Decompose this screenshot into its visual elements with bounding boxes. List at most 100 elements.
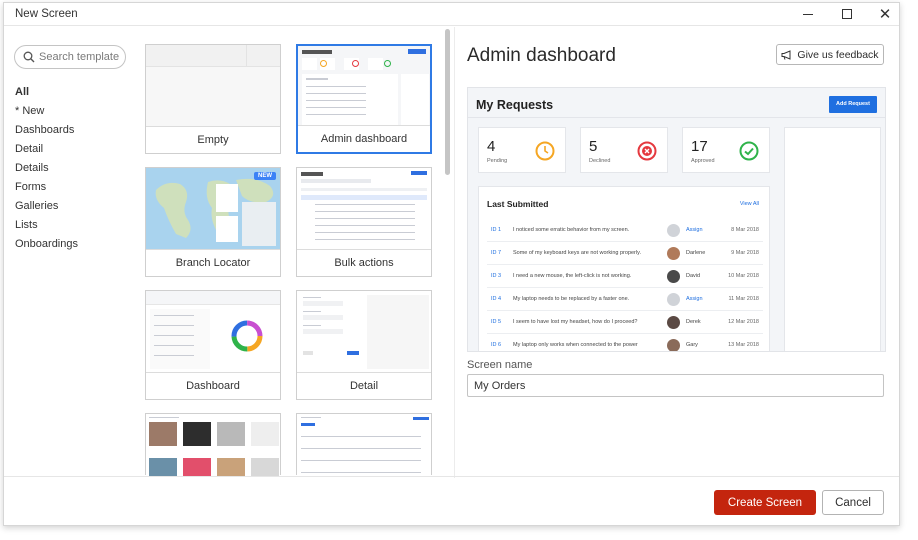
category-details[interactable]: Details (15, 159, 78, 178)
row-id: ID 5 (491, 319, 502, 325)
preview-add-request-button: Add Request (829, 96, 877, 113)
close-icon: ✕ (878, 6, 892, 23)
category-dashboards[interactable]: Dashboards (15, 121, 78, 140)
template-label: Bulk actions (297, 249, 431, 276)
avatar (667, 293, 680, 306)
avatar (667, 316, 680, 329)
gallery-scrollbar[interactable] (445, 29, 450, 175)
row-text: I need a new mouse, the left-click is no… (513, 273, 632, 279)
table-row: ID 1 I noticed some erratic behavior fro… (487, 219, 763, 242)
view-all-link: View All (739, 201, 759, 207)
row-id: ID 3 (491, 273, 502, 279)
template-card-dashboard[interactable]: Dashboard (145, 290, 281, 400)
window-title: New Screen (15, 8, 78, 20)
search-input[interactable] (39, 51, 119, 63)
template-label: Detail (297, 372, 431, 399)
template-card-branch-locator[interactable]: NEW Branch Locator (145, 167, 281, 277)
template-card-admin-dashboard[interactable]: Admin dashboard (296, 44, 432, 154)
cancel-button[interactable]: Cancel (822, 490, 884, 515)
stat-label: Declined (589, 158, 611, 164)
search-box[interactable] (14, 45, 126, 69)
row-text: My laptop only works when connected to t… (513, 342, 638, 348)
stat-value: 5 (589, 138, 598, 155)
maximize-icon (842, 9, 852, 19)
template-thumbnail (297, 168, 431, 250)
create-screen-button[interactable]: Create Screen (714, 490, 816, 515)
row-text: My laptop needs to be replaced by a fast… (513, 296, 630, 302)
minimize-icon (803, 13, 813, 15)
clock-icon (535, 141, 555, 161)
row-name: Assign (686, 296, 703, 302)
template-thumbnail (146, 414, 280, 476)
template-card-empty[interactable]: Empty (145, 44, 281, 154)
screen-name-input[interactable] (467, 374, 884, 397)
category-forms[interactable]: Forms (15, 178, 78, 197)
category-onboardings[interactable]: Onboardings (15, 235, 78, 254)
title-divider (4, 25, 899, 26)
row-date: 12 Mar 2018 (728, 319, 759, 325)
table-row: ID 3 I need a new mouse, the left-click … (487, 265, 763, 288)
row-id: ID 7 (491, 250, 502, 256)
row-date: 8 Mar 2018 (731, 227, 759, 233)
footer-divider (4, 476, 899, 477)
template-card-detail[interactable]: Detail (296, 290, 432, 400)
stat-value: 4 (487, 138, 496, 155)
stat-card-declined: 5 Declined (580, 127, 668, 173)
stat-card-pending: 4 Pending (478, 127, 566, 173)
avatar (667, 339, 680, 351)
template-label: Dashboard (146, 372, 280, 399)
table-row: ID 4 My laptop needs to be replaced by a… (487, 288, 763, 311)
search-icon (23, 51, 35, 63)
category-all[interactable]: All (15, 83, 78, 102)
row-name: David (686, 273, 701, 279)
template-thumbnail (146, 291, 280, 373)
row-name: Derek (686, 319, 701, 325)
category-galleries[interactable]: Galleries (15, 197, 78, 216)
row-name: Gary (686, 342, 698, 348)
stat-label: Approved (691, 158, 715, 164)
row-text: I noticed some erratic behavior from my … (513, 227, 630, 233)
maximize-button[interactable] (827, 3, 867, 25)
donut-chart-thumbnail (231, 320, 263, 352)
template-thumbnail (297, 414, 431, 476)
stat-card-approved: 17 Approved (682, 127, 770, 173)
category-detail[interactable]: Detail (15, 140, 78, 159)
category-lists[interactable]: Lists (15, 216, 78, 235)
last-submitted-card: Last Submitted View All ID 1 I noticed s… (478, 186, 770, 351)
row-name: Darlene (686, 250, 706, 256)
stat-label: Pending (487, 158, 508, 164)
template-thumbnail (298, 46, 430, 128)
preview-side-panel (784, 127, 881, 351)
row-date: 9 Mar 2018 (731, 250, 759, 256)
list-title: Last Submitted (487, 199, 549, 209)
preview-app-heading: My Requests (476, 98, 554, 112)
table-row: ID 7 Some of my keyboard keys are not wo… (487, 242, 763, 265)
row-id: ID 4 (491, 296, 502, 302)
title-bar: New Screen ✕ (4, 3, 899, 25)
avatar (667, 270, 680, 283)
preview-app-header: My Requests Add Request (468, 88, 885, 118)
row-id: ID 6 (491, 342, 502, 348)
row-name: Assign (686, 227, 703, 233)
template-card-bulk-actions[interactable]: Bulk actions (296, 167, 432, 277)
category-new[interactable]: * New (15, 102, 78, 121)
template-gallery[interactable]: Empty Admin dashboard NEW Branch Locator… (137, 27, 455, 478)
row-text: I seem to have lost my headset, how do I… (513, 319, 638, 325)
template-thumbnail (297, 291, 431, 373)
row-date: 11 Mar 2018 (728, 296, 759, 302)
template-card-employee-list[interactable] (296, 413, 432, 476)
minimize-button[interactable] (788, 3, 828, 25)
declined-x-icon (637, 141, 657, 161)
template-label: Admin dashboard (298, 125, 430, 152)
template-label: Branch Locator (146, 249, 280, 276)
close-button[interactable]: ✕ (865, 3, 905, 25)
avatar (667, 247, 680, 260)
table-row: ID 5 I seem to have lost my headset, how… (487, 311, 763, 334)
template-card-product-gallery[interactable] (145, 413, 281, 476)
avatar (667, 224, 680, 237)
feedback-button[interactable]: Give us feedback (776, 44, 884, 65)
preview-title: Admin dashboard (467, 45, 616, 66)
check-circle-icon (739, 141, 759, 161)
stat-value: 17 (691, 138, 708, 155)
row-text: Some of my keyboard keys are not working… (513, 250, 641, 256)
